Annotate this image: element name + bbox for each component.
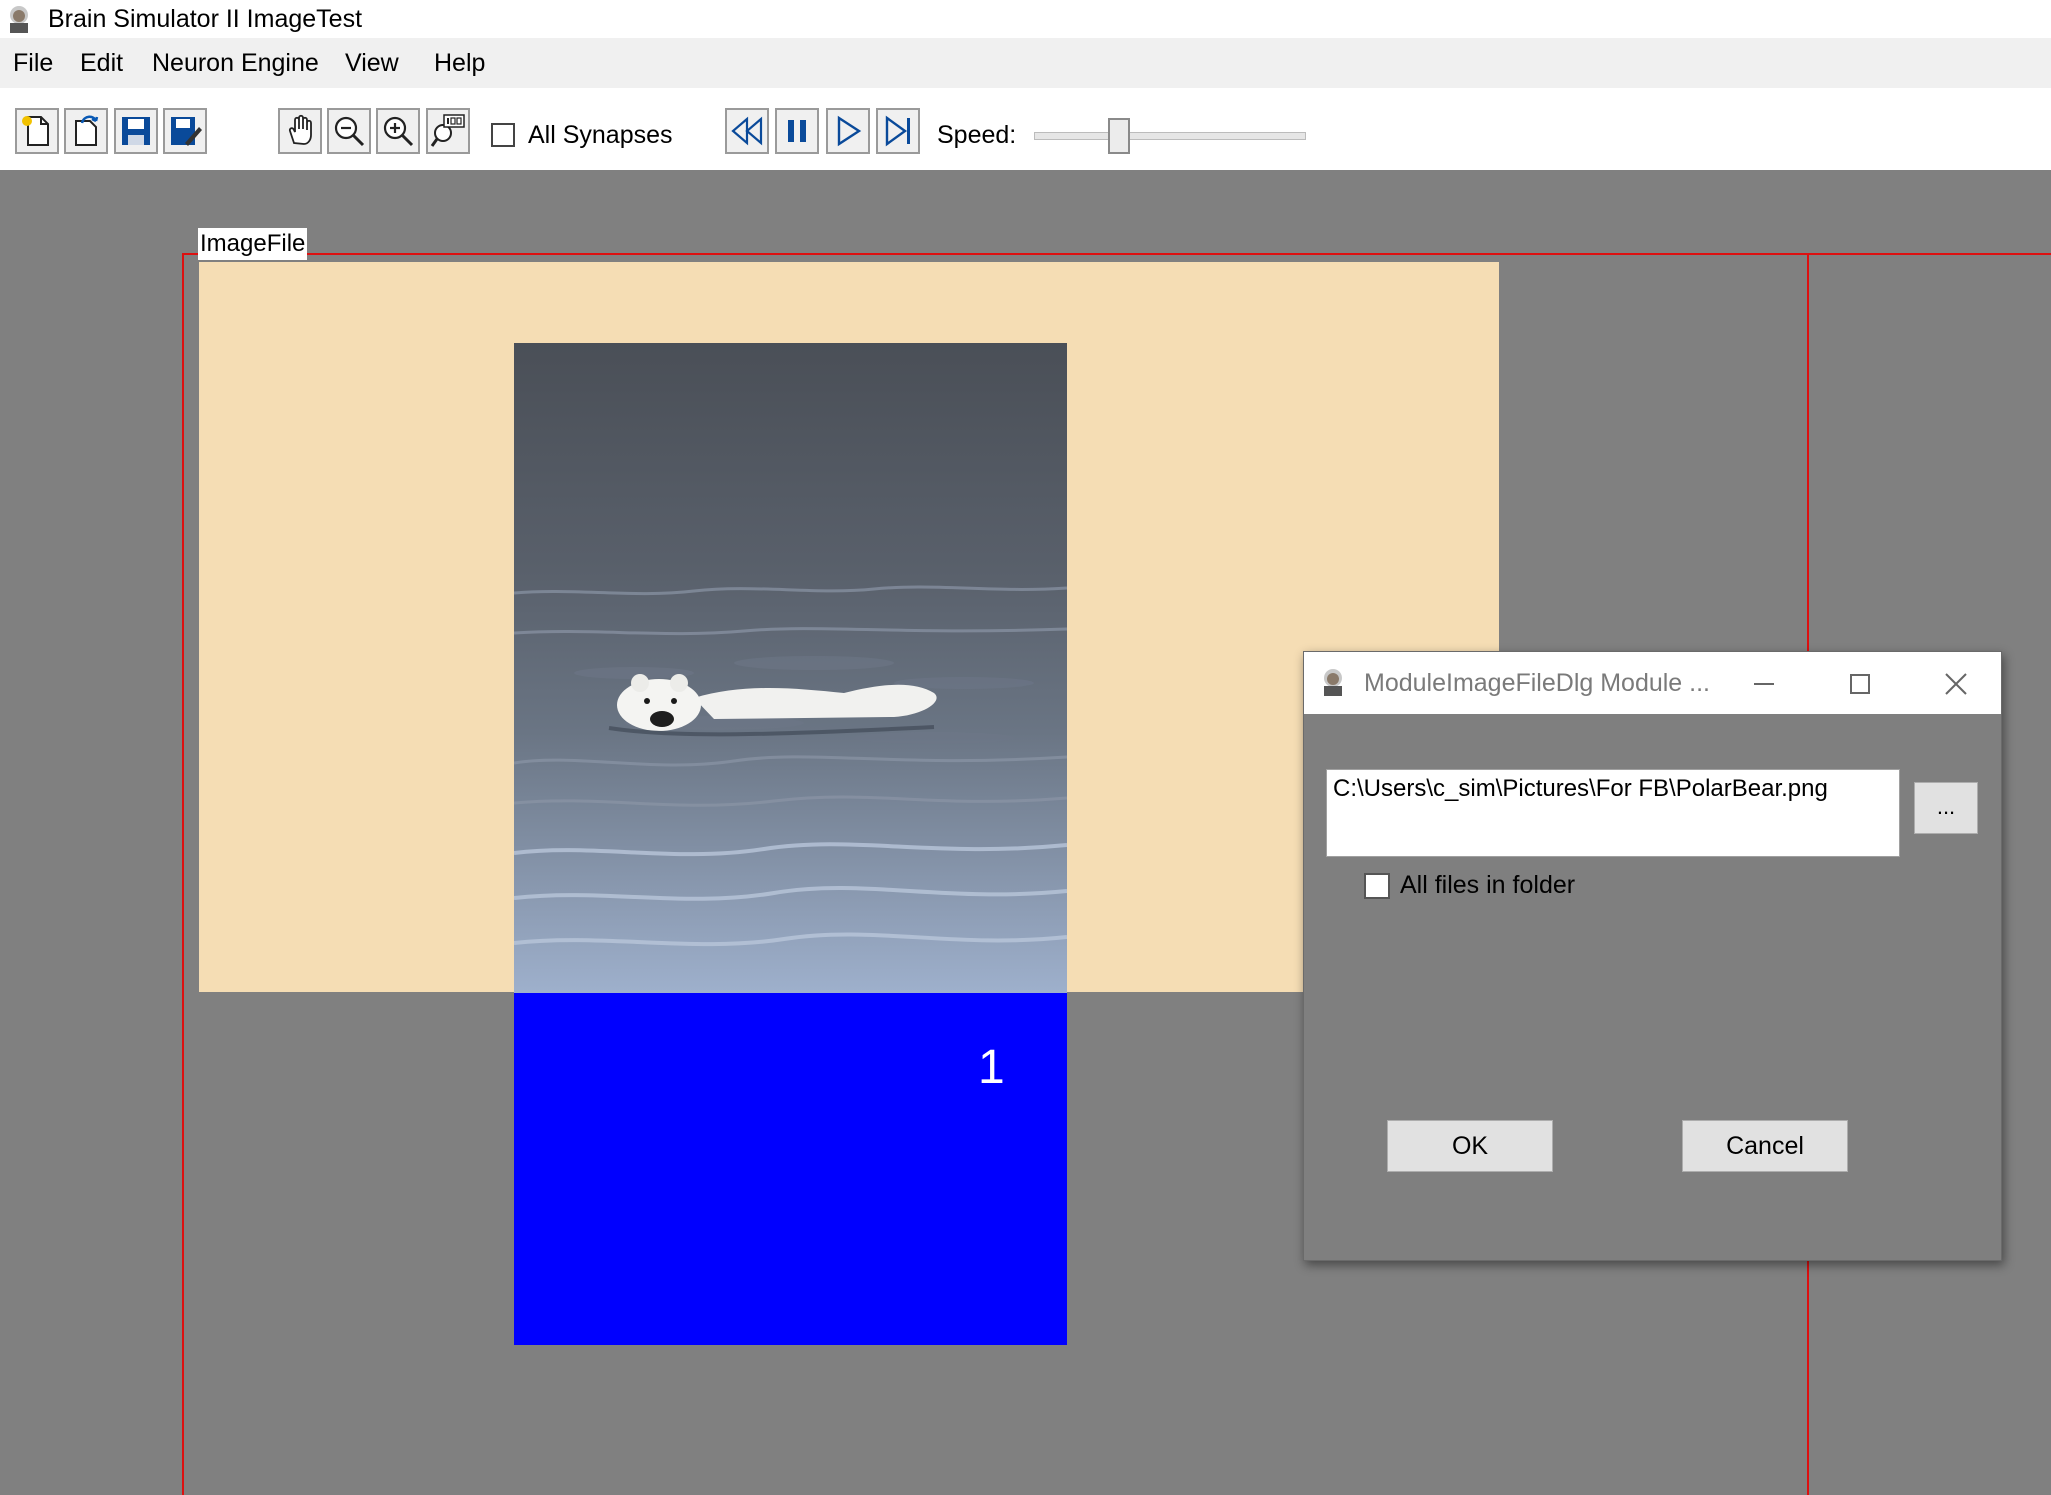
toolbar: All Synapses Speed: — [0, 88, 2051, 170]
pause-icon — [788, 120, 806, 142]
polar-bear-image — [514, 343, 1067, 993]
browse-button[interactable]: ... — [1914, 782, 1978, 834]
new-file-icon — [22, 116, 49, 146]
menu-bar: File Edit Neuron Engine View Help — [0, 38, 2051, 88]
imagefile-module-label[interactable]: ImageFile — [198, 228, 308, 260]
speed-label: Speed: — [937, 121, 1017, 149]
module-image-file-dialog: ModuleImageFileDlg Module ... C:\Users\c… — [1303, 651, 2002, 1261]
menu-help[interactable]: Help — [434, 48, 485, 78]
play-button[interactable] — [826, 108, 870, 154]
save-button[interactable] — [114, 108, 158, 154]
cancel-button[interactable]: Cancel — [1682, 1120, 1848, 1172]
rewind-button[interactable] — [725, 108, 769, 154]
minimize-icon[interactable] — [1744, 664, 1784, 704]
window-title: Brain Simulator II ImageTest — [48, 5, 363, 33]
pause-button[interactable] — [775, 108, 819, 154]
grid-line-left — [182, 253, 184, 1495]
zoom-100-icon — [430, 114, 465, 147]
pan-hand-icon — [288, 114, 312, 145]
menu-file[interactable]: File — [13, 48, 53, 78]
step-forward-button[interactable] — [876, 108, 920, 154]
file-path-input[interactable]: C:\Users\c_sim\Pictures\For FB\PolarBear… — [1326, 769, 1900, 857]
all-synapses-label: All Synapses — [528, 121, 673, 149]
speed-slider-thumb[interactable] — [1108, 118, 1131, 154]
step-forward-icon — [885, 115, 910, 147]
all-files-in-folder-checkbox[interactable] — [1364, 873, 1390, 899]
open-file-button[interactable] — [64, 108, 108, 154]
einstein-app-icon — [10, 6, 28, 33]
zoom-out-button[interactable] — [327, 108, 371, 154]
close-icon[interactable] — [1936, 664, 1976, 704]
grid-line-top — [182, 253, 2051, 255]
zoom-in-icon — [383, 116, 414, 147]
speed-slider-track[interactable] — [1034, 132, 1306, 140]
menu-neuron-engine[interactable]: Neuron Engine — [152, 48, 319, 78]
zoom-100-button[interactable] — [426, 108, 470, 154]
dialog-title: ModuleImageFileDlg Module ... — [1364, 669, 1710, 697]
all-synapses-checkbox[interactable] — [491, 123, 515, 147]
save-as-icon — [171, 117, 202, 146]
new-file-button[interactable] — [15, 108, 59, 154]
einstein-app-icon — [1324, 669, 1342, 696]
play-icon — [837, 115, 862, 147]
save-icon — [122, 117, 150, 145]
menu-view[interactable]: View — [345, 48, 399, 78]
menu-edit[interactable]: Edit — [80, 48, 123, 78]
zoom-in-button[interactable] — [376, 108, 420, 154]
all-files-in-folder-label: All files in folder — [1400, 871, 1576, 899]
open-file-icon — [75, 115, 99, 146]
pan-button[interactable] — [278, 108, 322, 154]
ok-button[interactable]: OK — [1387, 1120, 1553, 1172]
window-title-bar: Brain Simulator II ImageTest — [0, 0, 2051, 38]
save-as-button[interactable] — [163, 108, 207, 154]
rewind-icon — [731, 116, 763, 146]
dialog-title-bar[interactable]: ModuleImageFileDlg Module ... — [1304, 652, 2001, 714]
maximize-icon[interactable] — [1840, 664, 1880, 704]
output-block-number: 1 — [978, 1041, 1005, 1094]
zoom-out-icon — [334, 116, 365, 147]
